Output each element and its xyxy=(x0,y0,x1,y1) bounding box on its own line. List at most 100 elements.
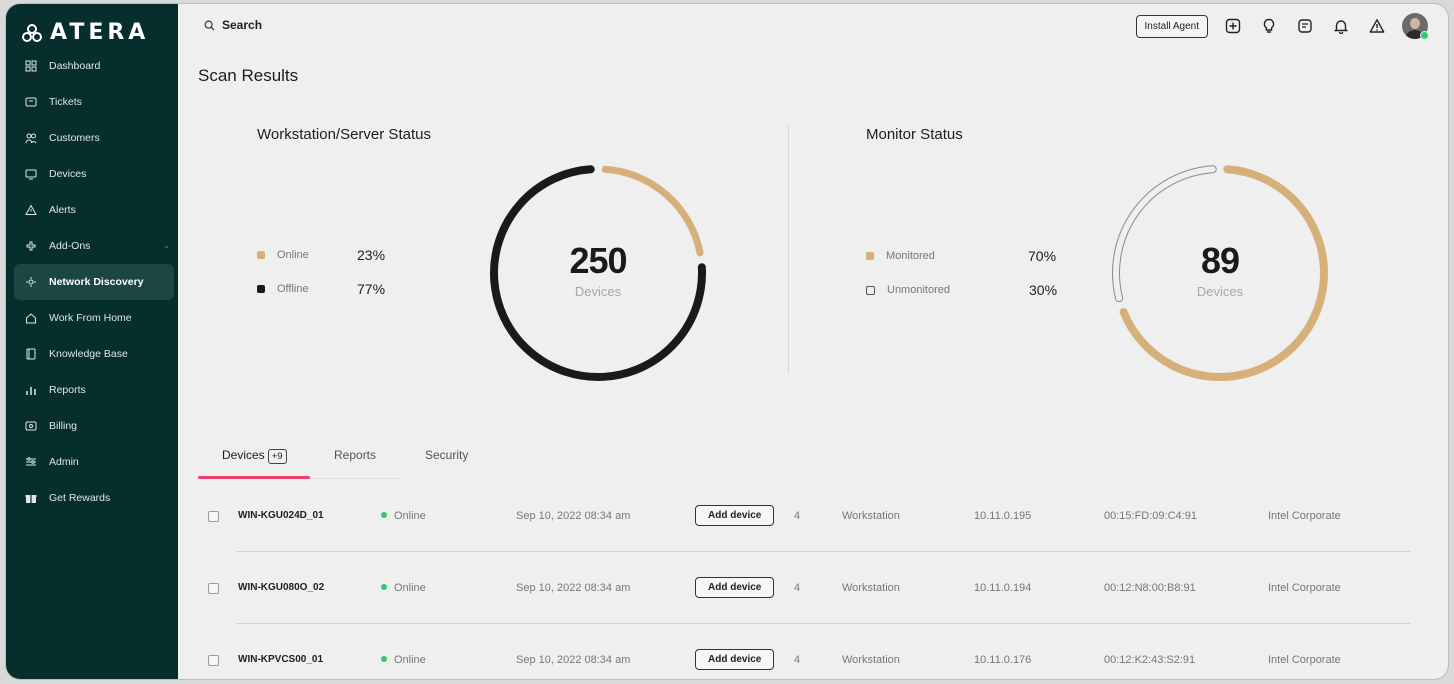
device-status: Online xyxy=(381,654,426,666)
legend-swatch xyxy=(257,251,265,259)
search-icon xyxy=(204,20,215,31)
legend-percent: 77% xyxy=(357,281,386,297)
sidebar-item-label: Billing xyxy=(49,420,78,432)
sidebar-item-label: Add-Ons xyxy=(49,240,91,252)
sidebar-item-label: Knowledge Base xyxy=(49,348,128,360)
device-status: Online xyxy=(381,582,426,594)
monitor-total: 89 xyxy=(1200,240,1240,281)
monitor-status-title: Monitor Status xyxy=(866,126,963,143)
sidebar-item-add-ons[interactable]: Add-Ons ⌄ xyxy=(6,228,178,264)
customers-icon xyxy=(25,132,37,144)
tab-baseline xyxy=(310,478,400,479)
sidebar-item-knowledge-base[interactable]: Knowledge Base xyxy=(6,336,178,372)
book-icon xyxy=(25,348,37,360)
search-label: Search xyxy=(222,18,263,32)
legend-label: Offline xyxy=(277,283,309,295)
sidebar-item-reports[interactable]: Reports xyxy=(6,372,178,408)
sidebar-nav: Dashboard Tickets Customers Devices Alerts Ad… xyxy=(6,48,178,516)
device-table: WIN-KGU024D_01 Online Sep 10, 2022 08:34 a… xyxy=(198,480,1410,679)
user-avatar-wrap[interactable] xyxy=(1402,13,1429,40)
sidebar-item-customers[interactable]: Customers xyxy=(6,120,178,156)
notes-icon[interactable] xyxy=(1294,15,1316,37)
dashboard-icon xyxy=(25,60,37,72)
workstation-total: 250 xyxy=(569,240,627,281)
legend-percent: 23% xyxy=(357,247,386,263)
device-type: Workstation xyxy=(842,510,900,522)
device-name: WIN-KGU080O_02 xyxy=(238,582,325,593)
lightbulb-icon[interactable] xyxy=(1258,15,1280,37)
tab-reports[interactable]: Reports xyxy=(334,448,376,462)
device-date: Sep 10, 2022 08:34 am xyxy=(516,510,631,522)
workstation-legend: Online 23% Offline 77% xyxy=(257,238,385,306)
status-dot-icon xyxy=(381,512,387,519)
device-vendor: Intel Corporate xyxy=(1268,654,1341,666)
panel-divider xyxy=(788,124,789,374)
sidebar-item-label: Reports xyxy=(49,384,86,396)
device-name: WIN-KGU024D_01 xyxy=(238,510,324,521)
network-icon xyxy=(25,276,37,288)
add-device-button[interactable]: Add device xyxy=(695,577,775,598)
sidebar-item-label: Work From Home xyxy=(49,312,132,324)
sidebar-item-network-discovery[interactable]: Network Discovery xyxy=(14,264,174,300)
sidebar-item-devices[interactable]: Devices xyxy=(6,156,178,192)
sidebar-item-label: Network Discovery xyxy=(49,276,144,288)
chevron-down-icon[interactable]: ⌄ xyxy=(163,241,170,250)
reports-icon xyxy=(25,384,37,396)
status-text: Online xyxy=(394,510,426,522)
sidebar-item-label: Admin xyxy=(49,456,79,468)
device-ip: 10.11.0.195 xyxy=(974,510,1032,522)
alert-icon xyxy=(25,204,37,216)
table-row[interactable]: WIN-KGU024D_01 Online Sep 10, 2022 08:34 a… xyxy=(198,480,1410,552)
status-text: Online xyxy=(394,582,426,594)
monitor-total-label: Devices xyxy=(1196,284,1244,299)
sidebar-item-billing[interactable]: Billing xyxy=(6,408,178,444)
active-tab-indicator xyxy=(198,476,310,479)
admin-icon xyxy=(25,456,37,468)
sidebar-item-label: Devices xyxy=(49,168,87,180)
install-agent-button[interactable]: Install Agent xyxy=(1135,14,1208,38)
brand-logo[interactable]: ATERA xyxy=(22,20,149,45)
device-name: WIN-KPVCS00_01 xyxy=(238,654,324,665)
page-title: Scan Results xyxy=(198,66,299,85)
legend-label: Online xyxy=(277,249,309,261)
add-icon[interactable] xyxy=(1222,15,1244,37)
gift-icon xyxy=(25,492,37,504)
sidebar-item-alerts[interactable]: Alerts xyxy=(6,192,178,228)
row-checkbox[interactable] xyxy=(208,583,219,594)
add-device-button[interactable]: Add device xyxy=(695,649,775,670)
table-row[interactable]: WIN-KGU080O_02 Online Sep 10, 2022 08:34 a… xyxy=(198,552,1410,624)
home-icon xyxy=(25,312,37,324)
legend-label: Monitored xyxy=(886,250,935,262)
sidebar-item-label: Tickets xyxy=(49,96,82,108)
search-bar[interactable]: Search xyxy=(204,18,262,32)
legend-swatch xyxy=(257,285,265,293)
device-mac: 00:12:K2:43:S2:91 xyxy=(1104,654,1196,666)
sidebar-item-work-from-home[interactable]: Work From Home xyxy=(6,300,178,336)
bell-icon[interactable] xyxy=(1330,15,1352,37)
device-date: Sep 10, 2022 08:34 am xyxy=(516,582,631,594)
table-row[interactable]: WIN-KPVCS00_01 Online Sep 10, 2022 08:34 a… xyxy=(198,624,1410,679)
brand-name: ATERA xyxy=(50,20,150,45)
results-tabs: Devices +9 Reports Security xyxy=(198,440,468,480)
legend-unmonitored: Unmonitored 30% xyxy=(866,273,1057,307)
sidebar-item-admin[interactable]: Admin xyxy=(6,444,178,480)
tab-devices[interactable]: Devices +9 xyxy=(222,448,287,464)
workstation-status-title: Workstation/Server Status xyxy=(257,126,431,143)
topbar-actions: Install Agent xyxy=(1135,13,1429,40)
row-checkbox[interactable] xyxy=(208,655,219,666)
device-mac: 00:12:N8:00:B8:91 xyxy=(1104,582,1196,594)
status-text: Online xyxy=(394,654,426,666)
tab-security[interactable]: Security xyxy=(425,448,468,462)
legend-online: Online 23% xyxy=(257,238,385,272)
sidebar-item-get-rewards[interactable]: Get Rewards xyxy=(6,480,178,516)
sidebar-item-dashboard[interactable]: Dashboard xyxy=(6,48,178,84)
status-dot-icon xyxy=(381,656,387,663)
sidebar-item-tickets[interactable]: Tickets xyxy=(6,84,178,120)
sidebar-item-label: Dashboard xyxy=(49,60,101,72)
row-checkbox[interactable] xyxy=(208,511,219,522)
add-device-button[interactable]: Add device xyxy=(695,505,775,526)
online-status-dot xyxy=(1420,31,1429,40)
device-vendor: Intel Corporate xyxy=(1268,582,1341,594)
legend-offline: Offline 77% xyxy=(257,272,385,306)
warning-icon[interactable] xyxy=(1366,15,1388,37)
